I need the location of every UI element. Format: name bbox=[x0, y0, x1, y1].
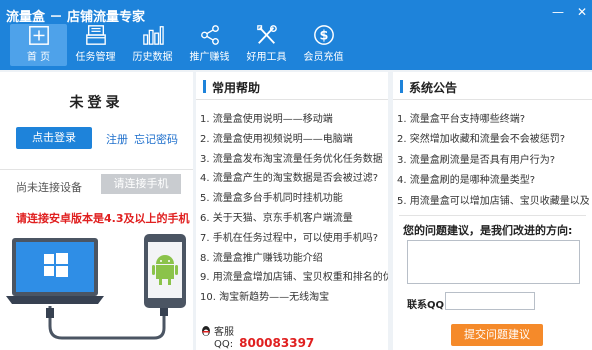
app-title: 流量盒 － 店铺流量专家 bbox=[6, 10, 146, 25]
notice-title: 系统公告 bbox=[409, 81, 458, 95]
notice-item[interactable]: 3. 流量盒刷流量是否具有用户行为? bbox=[397, 151, 589, 171]
register-link[interactable]: 注册 bbox=[106, 131, 128, 147]
minimize-button[interactable]: — bbox=[552, 6, 564, 18]
device-status-label: 尚未连接设备 bbox=[16, 181, 82, 194]
nav-home[interactable]: 首 页 bbox=[10, 24, 67, 66]
notice-panel: 系统公告 1. 流量盒平台支持哪些终端? 2. 突然增加收藏和流量会不会被惩罚?… bbox=[393, 72, 592, 350]
forgot-password-link[interactable]: 忘记密码 bbox=[134, 131, 178, 147]
help-panel-header: 常用帮助 bbox=[196, 72, 388, 100]
suggestion-textarea[interactable] bbox=[407, 240, 580, 284]
help-item[interactable]: 4. 流量盒产生的淘宝数据是否会被过滤? bbox=[200, 169, 388, 189]
suggestion-title: 您的问题建议，是我们改进的方向: bbox=[403, 224, 573, 237]
nav-vip-label: 会员充值 bbox=[303, 52, 344, 63]
nav-tools[interactable]: 好用工具 bbox=[238, 24, 295, 66]
notice-list: 1. 流量盒平台支持哪些终端? 2. 突然增加收藏和流量会不会被惩罚? 3. 流… bbox=[397, 110, 589, 212]
history-icon bbox=[142, 26, 164, 45]
window-controls: — ✕ bbox=[552, 6, 588, 18]
login-panel: 未登录 点击登录 注册 忘记密码 尚未连接设备 请连接手机 请连接安卓版本是4.… bbox=[0, 72, 193, 350]
nav-promote[interactable]: 推广赚钱 bbox=[181, 24, 238, 66]
submit-suggestion-button[interactable]: 提交问题建议 bbox=[451, 324, 543, 346]
android-version-warning: 请连接安卓版本是4.3及以上的手机 bbox=[16, 212, 190, 225]
notice-item[interactable]: 2. 突然增加收藏和流量会不会被惩罚? bbox=[397, 130, 589, 150]
contact-qq-label: 联系QQ: bbox=[407, 300, 449, 311]
help-item[interactable]: 9. 用流量盒增加店铺、宝贝权重和排名的优势 bbox=[200, 268, 388, 288]
task-icon bbox=[85, 25, 106, 45]
qq-penguin-icon bbox=[202, 325, 210, 336]
qq-label: QQ: bbox=[214, 339, 234, 350]
app-header: 流量盒 － 店铺流量专家 — ✕ 首 页 任务管理 历史数据 推广赚钱 好用工具… bbox=[0, 0, 592, 70]
nav-tasks-label: 任务管理 bbox=[75, 52, 116, 63]
header-accent-bar bbox=[203, 80, 206, 93]
connect-phone-button[interactable]: 请连接手机 bbox=[101, 174, 181, 194]
nav-history[interactable]: 历史数据 bbox=[124, 24, 181, 66]
device-connection-illustration bbox=[6, 234, 186, 340]
nav-home-label: 首 页 bbox=[26, 52, 51, 63]
nav-vip[interactable]: $ 会员充值 bbox=[295, 24, 352, 66]
qq-number[interactable]: 800083397 bbox=[239, 336, 314, 350]
home-icon bbox=[28, 26, 49, 45]
nav-history-label: 历史数据 bbox=[132, 52, 173, 63]
close-button[interactable]: ✕ bbox=[576, 6, 588, 18]
divider bbox=[399, 215, 586, 216]
help-item[interactable]: 6. 关于天猫、京东手机客户端流量 bbox=[200, 209, 388, 229]
nav-promote-label: 推广赚钱 bbox=[189, 52, 230, 63]
nav-tasks[interactable]: 任务管理 bbox=[67, 24, 124, 66]
nav-tools-label: 好用工具 bbox=[246, 52, 287, 63]
login-status-title: 未登录 bbox=[69, 95, 124, 111]
header-accent-bar bbox=[400, 80, 403, 93]
notice-item[interactable]: 4. 流量盒刷的是哪种流量类型? bbox=[397, 171, 589, 191]
notice-item[interactable]: 1. 流量盒平台支持哪些终端? bbox=[397, 110, 589, 130]
help-item[interactable]: 3. 流量盒发布淘宝流量任务优化任务数据 bbox=[200, 150, 388, 170]
svg-text:$: $ bbox=[319, 29, 328, 44]
contact-qq-input[interactable] bbox=[445, 292, 535, 310]
login-button[interactable]: 点击登录 bbox=[16, 127, 92, 149]
help-item[interactable]: 8. 流量盒推广赚钱功能介绍 bbox=[200, 249, 388, 269]
help-title: 常用帮助 bbox=[212, 81, 261, 95]
help-item[interactable]: 5. 流量盒多台手机同时挂机功能 bbox=[200, 189, 388, 209]
divider bbox=[0, 169, 193, 170]
main-nav: 首 页 任务管理 历史数据 推广赚钱 好用工具 $ 会员充值 bbox=[10, 24, 352, 66]
tools-icon bbox=[256, 25, 277, 44]
dollar-icon: $ bbox=[313, 25, 334, 45]
notice-panel-header: 系统公告 bbox=[393, 72, 592, 100]
help-item[interactable]: 2. 流量盒使用视频说明——电脑端 bbox=[200, 130, 388, 150]
help-item[interactable]: 10. 淘宝新趋势——无线淘宝 bbox=[200, 288, 388, 308]
help-item[interactable]: 7. 手机在任务过程中，可以使用手机吗? bbox=[200, 229, 388, 249]
help-list: 1. 流量盒使用说明——移动端 2. 流量盒使用视频说明——电脑端 3. 流量盒… bbox=[200, 110, 388, 308]
notice-item[interactable]: 5. 用流量盒可以增加店铺、宝贝收藏量以及权重 bbox=[397, 192, 589, 212]
help-item[interactable]: 1. 流量盒使用说明——移动端 bbox=[200, 110, 388, 130]
share-icon bbox=[200, 25, 219, 45]
qq-contact: QQ: 800083397 bbox=[214, 336, 314, 350]
help-panel: 常用帮助 1. 流量盒使用说明——移动端 2. 流量盒使用视频说明——电脑端 3… bbox=[196, 72, 388, 350]
